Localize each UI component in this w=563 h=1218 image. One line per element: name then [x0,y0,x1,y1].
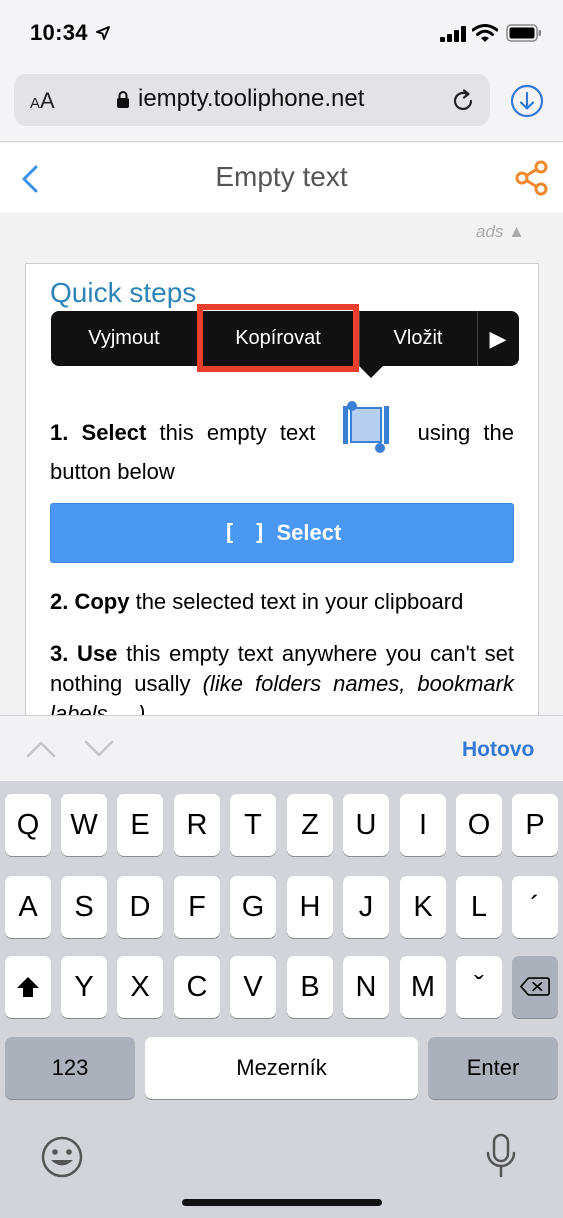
key[interactable]: E [117,794,163,856]
share-icon[interactable] [515,160,549,196]
step-2-bold: 2. Copy [50,589,130,614]
key[interactable]: J [343,876,389,938]
microphone-icon[interactable] [484,1133,518,1179]
next-field-chevron-icon[interactable] [84,740,114,758]
key[interactable]: O [456,794,502,856]
key[interactable]: P [512,794,558,856]
key[interactable]: F [174,876,220,938]
key[interactable]: C [174,956,220,1018]
backspace-icon [520,977,550,996]
menu-more-arrow-icon[interactable]: ▶ [477,311,519,366]
key[interactable]: I [400,794,446,856]
space-key[interactable]: Mezerník [145,1037,418,1099]
status-time: 10:34 [30,20,88,45]
lock-icon [117,91,129,108]
key[interactable]: W [61,794,107,856]
step-1-text: 1. Select this empty text using the butt… [50,401,514,489]
key[interactable]: Y [61,956,107,1018]
menu-item-cut[interactable]: Vyjmout [51,311,197,366]
step-1-bold: Select [81,419,147,445]
edit-context-menu: Vyjmout Kopírovat Vložit ▶ [51,304,519,378]
step-1-text-a: this empty text [146,419,329,445]
quick-steps-heading: Quick steps [50,277,197,308]
shift-key[interactable] [5,956,51,1018]
menu-item-paste[interactable]: Vložit [359,311,477,366]
bracket-icon: [ ] [222,521,269,546]
step-2-text: 2. Copy the selected text in your clipbo… [50,585,514,619]
key[interactable]: G [230,876,276,938]
key[interactable]: V [230,956,276,1018]
keyboard-toolbar: Hotovo [0,715,563,781]
enter-key[interactable]: Enter [428,1037,558,1099]
key[interactable]: Q [5,794,51,856]
key[interactable]: Z [287,794,333,856]
numbers-key[interactable]: 123 [5,1037,135,1099]
backspace-key[interactable] [512,956,558,1018]
step-3-text: 3. Use this empty text anywhere you can'… [50,639,514,715]
key[interactable]: N [343,956,389,1018]
key[interactable]: B [287,956,333,1018]
menu-pointer [359,366,383,378]
key[interactable]: M [400,956,446,1018]
url-text[interactable]: iempty.tooliphone.net [138,85,364,113]
emoji-icon[interactable] [40,1135,84,1179]
key[interactable]: ´ [512,876,558,938]
page-header: Empty text [0,143,563,213]
page-title: Empty text [215,161,348,192]
reload-icon[interactable] [450,88,476,114]
ads-label[interactable]: ads ▲ [476,222,525,242]
step-3-bold: 3. Use [50,641,118,666]
done-button[interactable]: Hotovo [462,738,534,762]
key[interactable]: T [230,794,276,856]
key[interactable]: X [117,956,163,1018]
key[interactable]: U [343,794,389,856]
downloads-icon[interactable] [510,84,544,118]
key[interactable]: S [61,876,107,938]
shift-icon [17,977,39,997]
step-2-rest: the selected text in your clipboard [129,589,464,614]
key[interactable]: ˇ [456,956,502,1018]
highlight-box [197,304,359,372]
key[interactable]: D [117,876,163,938]
key[interactable]: K [400,876,446,938]
wifi-icon [472,24,498,42]
keyboard: Q W E R T Z U I O P A S D F G H J K L ´ … [0,781,563,1218]
key[interactable]: H [287,876,333,938]
location-arrow-icon [96,26,110,40]
cellular-signal-icon [440,26,466,42]
key[interactable]: A [5,876,51,938]
page-content: ads ▲ Quick steps 1. Select this empty t… [0,213,563,715]
browser-toolbar: AA iempty.tooliphone.net [0,68,563,142]
key[interactable]: L [456,876,502,938]
previous-field-chevron-icon[interactable] [26,740,56,758]
select-button-label: Select [276,520,342,545]
address-bar[interactable]: AA iempty.tooliphone.net [14,74,490,126]
step-1-number: 1. [50,419,69,445]
reader-settings-button[interactable]: AA [30,88,55,114]
select-button[interactable]: [ ] Select [50,503,514,563]
key[interactable]: R [174,794,220,856]
battery-icon [506,24,541,42]
home-indicator [182,1199,382,1206]
status-bar: 10:34 [0,0,563,68]
text-selection-icon [342,401,389,453]
